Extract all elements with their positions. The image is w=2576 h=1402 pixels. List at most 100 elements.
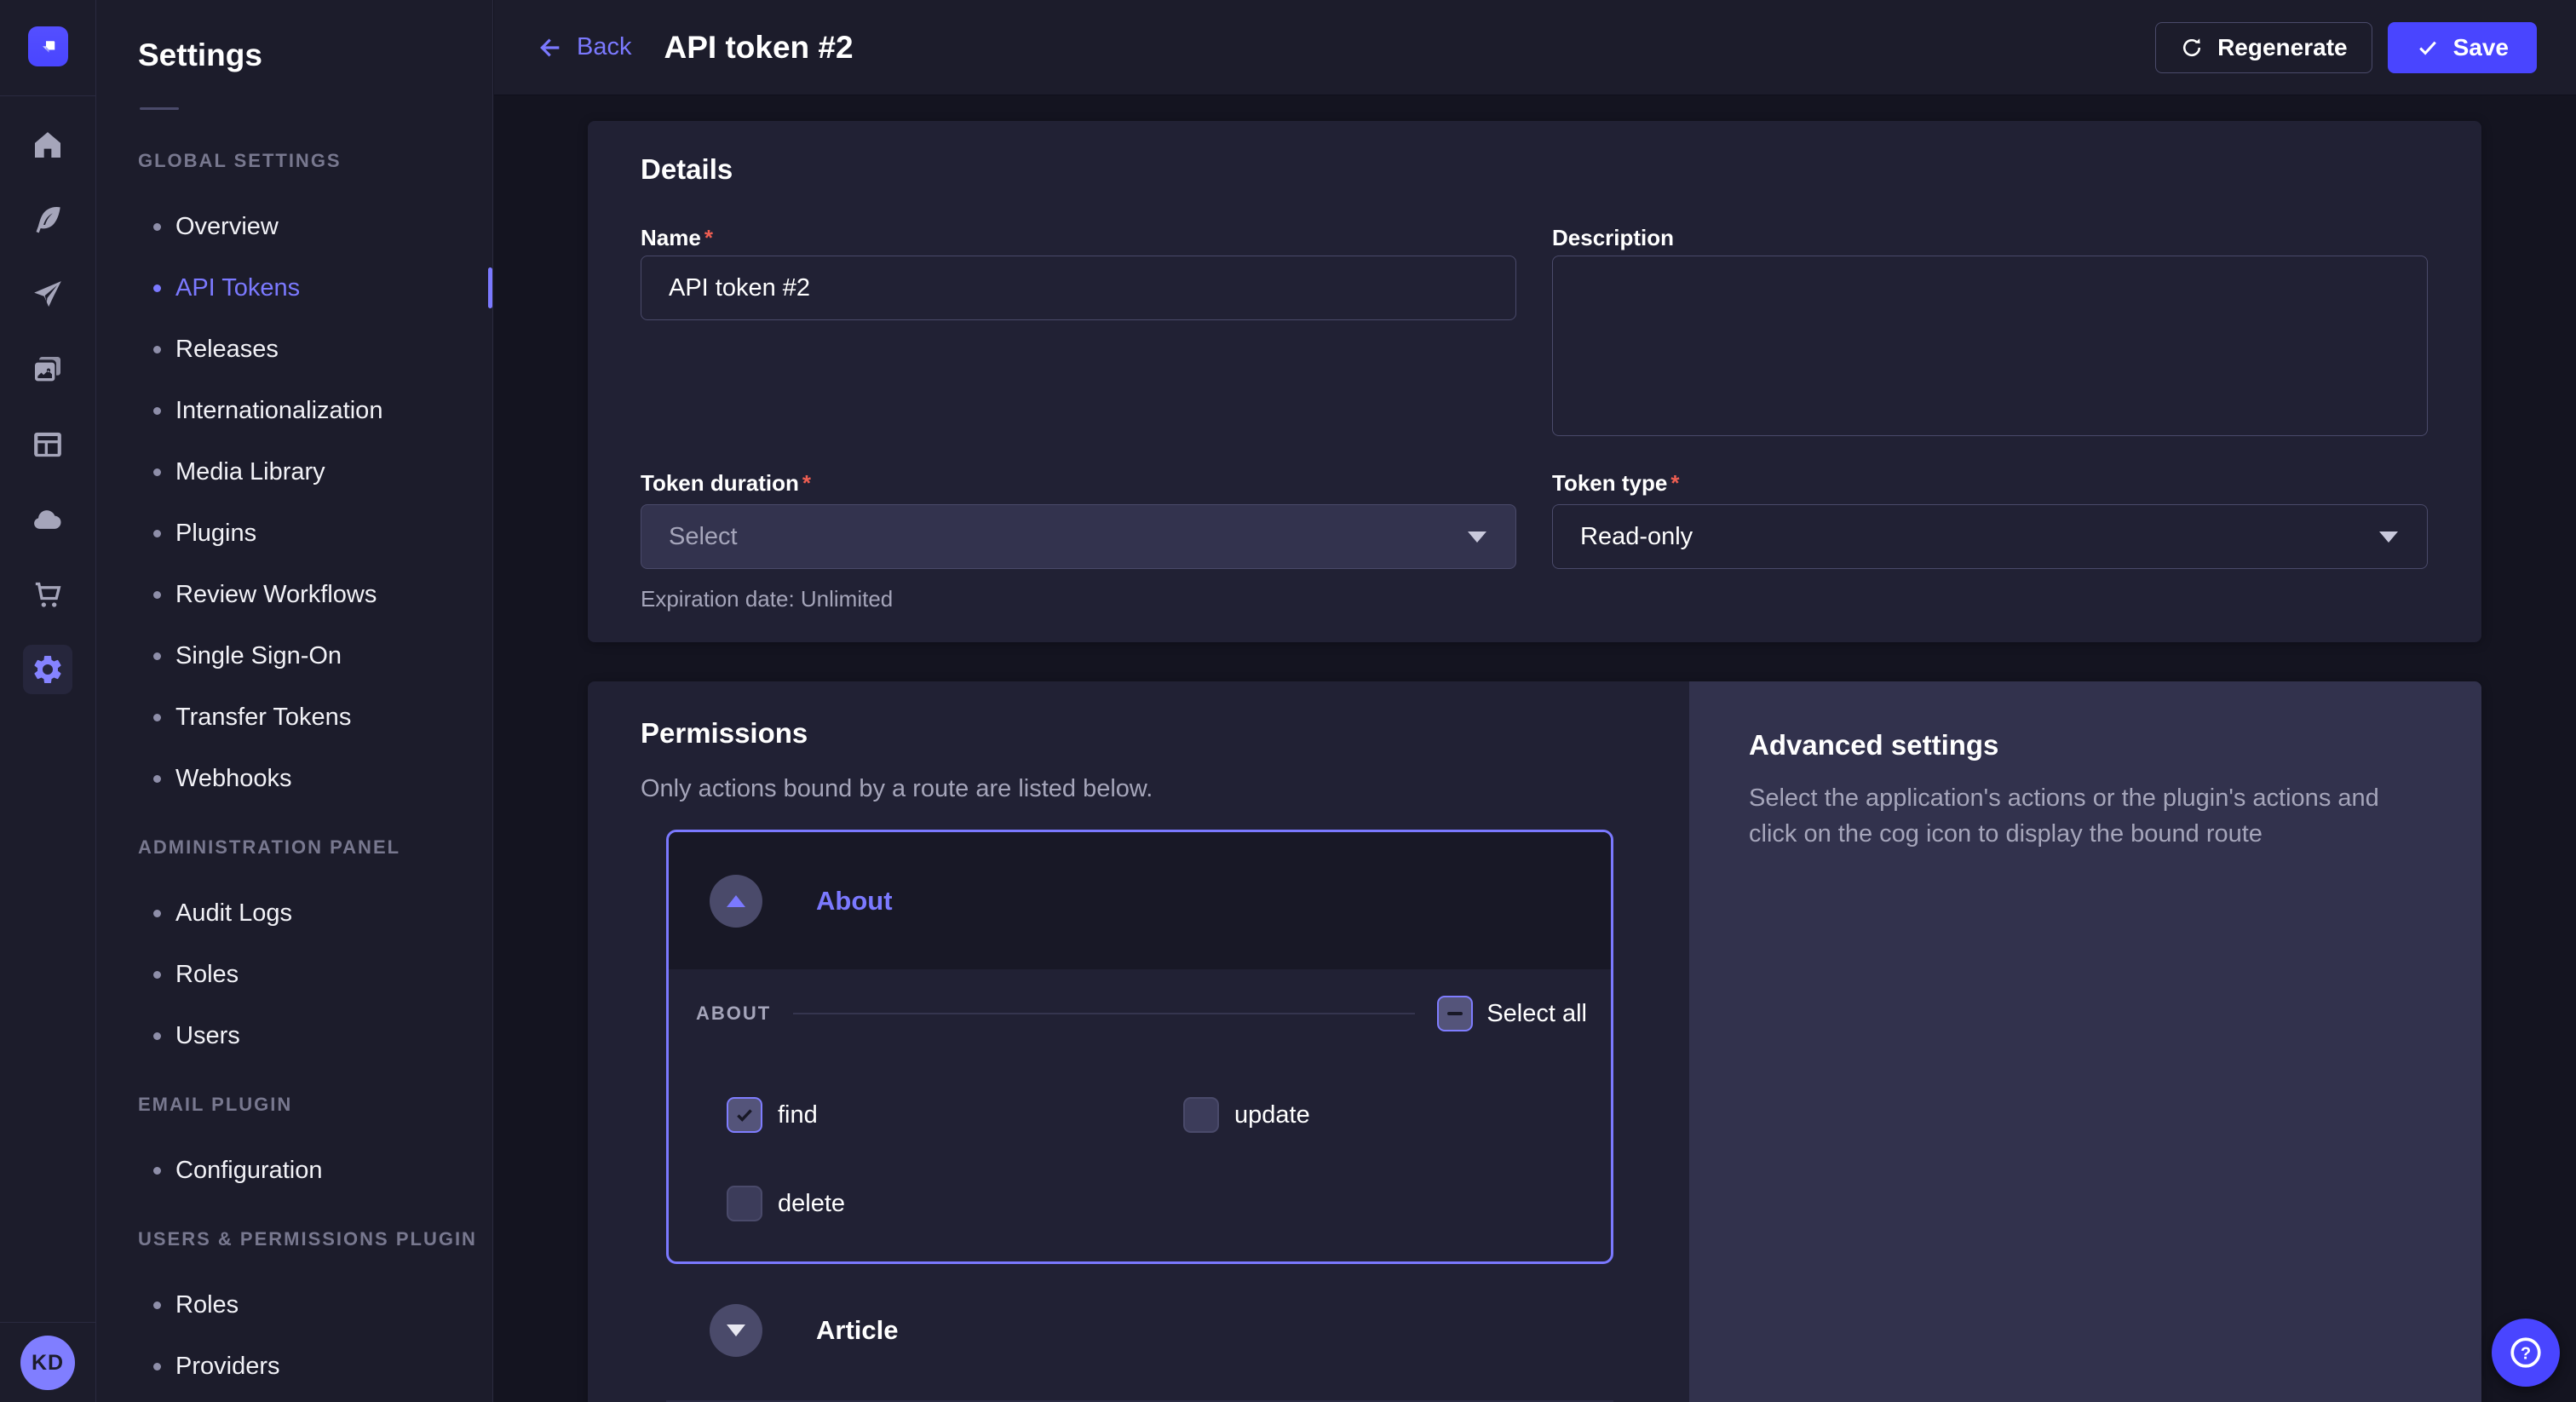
permission-action-label: update (1234, 1101, 1310, 1129)
sidebar-item-review-workflows[interactable]: Review Workflows (96, 564, 492, 625)
question-circle-icon: ? (2507, 1334, 2544, 1371)
sidebar-item-releases[interactable]: Releases (96, 319, 492, 380)
required-mark: * (802, 470, 811, 496)
permission-actions-grid: find update delete (727, 1097, 1611, 1221)
nav-section: ADMINISTRATION PANEL Audit Logs Roles Us… (96, 830, 492, 1066)
nav-item-label: API Tokens (175, 274, 300, 302)
save-button[interactable]: Save (2388, 22, 2537, 73)
permission-action-label: find (778, 1101, 818, 1129)
nav-items: Configuration (96, 1140, 492, 1201)
media-library-images-icon[interactable] (29, 351, 66, 388)
required-mark: * (704, 225, 713, 250)
settings-sidebar: Settings GLOBAL SETTINGS Overview API To… (96, 0, 493, 1402)
permissions-card: Permissions Only actions bound by a rout… (588, 681, 2481, 1402)
name-input[interactable] (641, 256, 1516, 320)
nav-item-label: Internationalization (175, 397, 382, 425)
sidebar-item-plugins[interactable]: Plugins (96, 503, 492, 564)
refresh-icon (2180, 36, 2204, 60)
nav-item-label: Single Sign-On (175, 642, 342, 670)
user-avatar[interactable]: KD (20, 1336, 75, 1390)
settings-gear-icon[interactable] (23, 645, 72, 694)
check-icon (733, 1104, 756, 1126)
paper-plane-icon[interactable] (29, 276, 66, 313)
expand-button[interactable] (710, 1304, 762, 1357)
save-label: Save (2453, 34, 2509, 61)
token-duration-value: Select (669, 523, 738, 551)
sidebar-item-configuration[interactable]: Configuration (96, 1140, 492, 1201)
nav-item-label: Providers (175, 1353, 280, 1381)
nav-item-label: Plugins (175, 520, 256, 548)
token-type-value: Read-only (1580, 523, 1693, 551)
nav-section-label: ADMINISTRATION PANEL (138, 830, 492, 865)
checkbox-delete[interactable] (727, 1186, 762, 1221)
bullet-icon (153, 468, 161, 476)
sidebar-item-internationalization[interactable]: Internationalization (96, 380, 492, 441)
sidebar-item-audit-logs[interactable]: Audit Logs (96, 882, 492, 944)
sidebar-item-roles[interactable]: Roles (96, 944, 492, 1005)
nav-item-label: Transfer Tokens (175, 704, 351, 732)
sidebar-item-webhooks[interactable]: Webhooks (96, 748, 492, 809)
nav-items: Roles Providers (96, 1274, 492, 1397)
bullet-icon (153, 775, 161, 783)
sidebar-item-providers[interactable]: Providers (96, 1336, 492, 1397)
check-icon (2416, 36, 2440, 60)
description-label: Description (1552, 225, 1674, 251)
permissions-subtitle: Only actions bound by a route are listed… (641, 775, 1153, 803)
divider-line (793, 1013, 1415, 1014)
marketplace-cart-icon[interactable] (29, 576, 66, 613)
about-accordion: About ABOUT Select all find (666, 830, 1613, 1264)
icon-rail: KD (0, 0, 96, 1402)
token-duration-select[interactable]: Select (641, 504, 1516, 569)
regenerate-button[interactable]: Regenerate (2155, 22, 2372, 73)
description-textarea[interactable] (1552, 256, 2428, 436)
select-all-control[interactable]: Select all (1437, 996, 1587, 1031)
content-type-builder-layout-icon[interactable] (29, 426, 66, 463)
permissions-title: Permissions (641, 717, 808, 750)
nav-section: EMAIL PLUGIN Configuration (96, 1088, 492, 1201)
nav-items: Audit Logs Roles Users (96, 882, 492, 1066)
token-type-select[interactable]: Read-only (1552, 504, 2428, 569)
permission-action-delete[interactable]: delete (727, 1186, 1183, 1221)
cloud-icon[interactable] (29, 501, 66, 538)
about-accordion-title: About (816, 886, 893, 916)
rail-divider (0, 95, 96, 96)
nav-item-label: Webhooks (175, 765, 292, 793)
content-manager-feather-icon[interactable] (29, 201, 66, 238)
advanced-settings-description: Select the application's actions or the … (1749, 780, 2430, 852)
strapi-logo-icon[interactable] (28, 26, 68, 66)
nav-items: Overview API Tokens Releases Internation… (96, 196, 492, 809)
sidebar-item-overview[interactable]: Overview (96, 196, 492, 257)
bullet-icon (153, 652, 161, 660)
bullet-icon (153, 407, 161, 415)
bullet-icon (153, 223, 161, 231)
nav-section-label: USERS & PERMISSIONS PLUGIN (138, 1222, 492, 1256)
sidebar-item-single-sign-on[interactable]: Single Sign-On (96, 625, 492, 687)
sidebar-item-roles[interactable]: Roles (96, 1274, 492, 1336)
bullet-icon (153, 284, 161, 292)
home-icon[interactable] (29, 126, 66, 164)
back-link[interactable]: Back (538, 33, 631, 61)
title-divider (140, 107, 179, 110)
page-header: Back API token #2 Regenerate Save (494, 0, 2576, 95)
details-title: Details (641, 153, 733, 186)
help-button[interactable]: ? (2492, 1319, 2560, 1387)
indeterminate-dash-icon (1447, 1012, 1463, 1015)
checkbox-update[interactable] (1183, 1097, 1219, 1133)
nav-item-label: Releases (175, 336, 279, 364)
permission-action-find[interactable]: find (727, 1097, 1183, 1133)
bullet-icon (153, 910, 161, 917)
sidebar-item-api-tokens[interactable]: API Tokens (96, 257, 492, 319)
sidebar-item-transfer-tokens[interactable]: Transfer Tokens (96, 687, 492, 748)
select-all-label: Select all (1486, 1000, 1587, 1028)
article-accordion-header[interactable]: Article (710, 1304, 898, 1357)
bullet-icon (153, 530, 161, 537)
select-all-checkbox[interactable] (1437, 996, 1473, 1031)
sidebar-item-users[interactable]: Users (96, 1005, 492, 1066)
checkbox-find[interactable] (727, 1097, 762, 1133)
nav-section-label: EMAIL PLUGIN (138, 1088, 492, 1122)
permission-action-update[interactable]: update (1183, 1097, 1611, 1133)
sidebar-item-media-library[interactable]: Media Library (96, 441, 492, 503)
about-accordion-header[interactable]: About (669, 832, 1611, 969)
collapse-button[interactable] (710, 875, 762, 928)
article-accordion-title: Article (816, 1315, 898, 1346)
